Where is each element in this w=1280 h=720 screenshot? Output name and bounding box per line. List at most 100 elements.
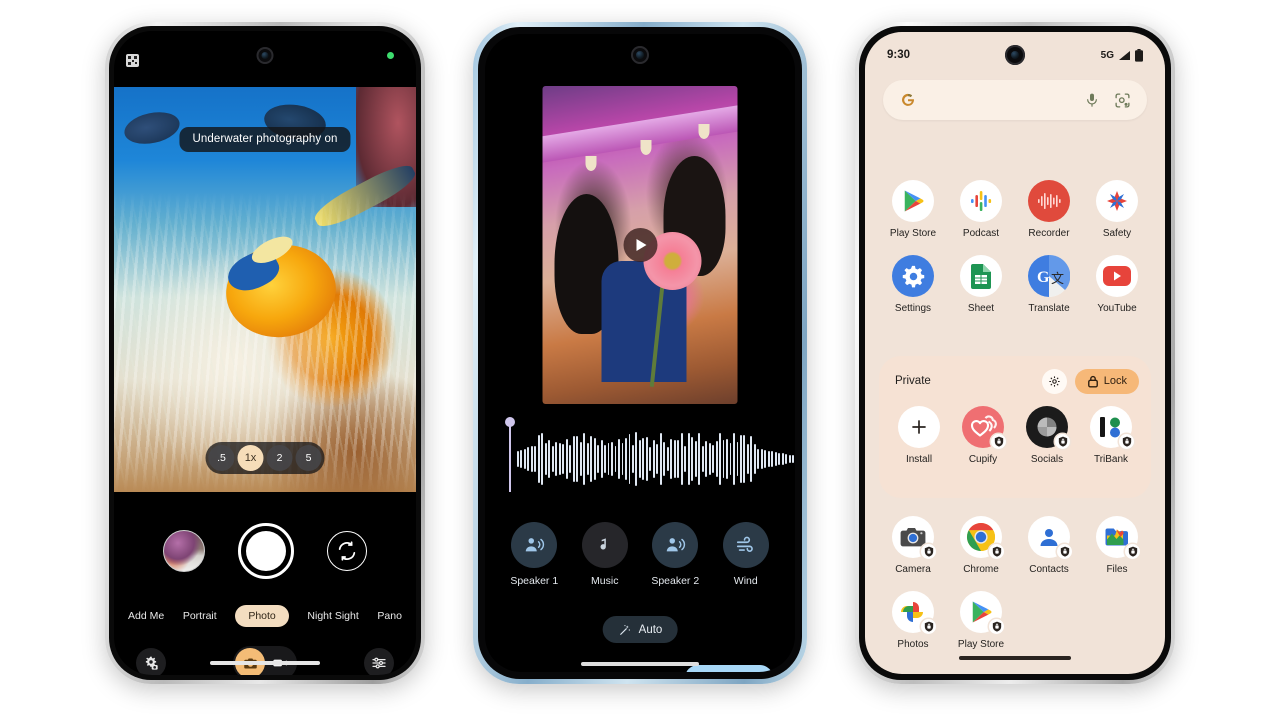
- waveform-bar: [562, 444, 565, 474]
- app-files[interactable]: Files: [1083, 516, 1151, 575]
- waveform-bar: [652, 439, 655, 479]
- camera-settings-icon[interactable]: [136, 648, 166, 675]
- gear-icon[interactable]: [1041, 368, 1067, 394]
- audio-timeline[interactable]: [505, 417, 795, 502]
- play-store-icon: [892, 180, 934, 222]
- waveform-bar: [520, 449, 523, 469]
- playhead-handle[interactable]: [505, 417, 515, 492]
- track-speaker-1[interactable]: Speaker 1: [500, 522, 568, 587]
- decor-bulb: [640, 140, 651, 156]
- underwater-toast: Underwater photography on: [179, 127, 351, 152]
- auto-chip[interactable]: Auto: [602, 616, 678, 643]
- tune-sliders-icon[interactable]: [364, 648, 394, 675]
- video-preview[interactable]: [542, 86, 738, 404]
- gallery-thumbnail[interactable]: [162, 529, 205, 572]
- waveform-bar: [705, 440, 708, 478]
- waveform-bar: [726, 438, 728, 480]
- waveform-bar: [666, 447, 669, 471]
- gesture-nav-bar[interactable]: [959, 656, 1071, 660]
- google-sheets-icon: [960, 255, 1002, 297]
- app-label: Safety: [1102, 228, 1132, 239]
- waveform-bar: [638, 439, 641, 479]
- settings-gear-icon: [892, 255, 934, 297]
- waveform-bar: [607, 442, 610, 476]
- mode-photo[interactable]: Photo: [235, 605, 289, 627]
- app-sheet[interactable]: Sheet: [947, 255, 1015, 314]
- app-photos[interactable]: Photos: [879, 591, 947, 650]
- app-camera[interactable]: Camera: [879, 516, 947, 575]
- lock-button[interactable]: Lock: [1074, 368, 1139, 394]
- front-camera-cutout: [631, 46, 649, 64]
- app-label: Recorder: [1028, 228, 1070, 239]
- waveform-bar: [604, 445, 606, 473]
- app-recorder[interactable]: Recorder: [1015, 180, 1083, 239]
- app-cupify[interactable]: Cupify: [951, 406, 1015, 465]
- home-screen-phone: 9:30 5G Play Store Podcast Recorder Safe…: [855, 22, 1175, 684]
- app-label: Files: [1106, 564, 1128, 575]
- app-socials[interactable]: Socials: [1015, 406, 1079, 465]
- gesture-nav-bar[interactable]: [210, 661, 320, 665]
- front-camera-cutout: [256, 47, 274, 64]
- flip-camera-button[interactable]: [327, 530, 368, 571]
- app-tribank[interactable]: TriBank: [1079, 406, 1143, 465]
- waveform-bar: [663, 441, 666, 477]
- camera-mode-selector[interactable]: Add Me Portrait Photo Night Sight Pano: [114, 603, 416, 629]
- app-label: Cupify: [968, 454, 998, 465]
- app-install[interactable]: Install: [887, 406, 951, 465]
- mode-portrait[interactable]: Portrait: [183, 610, 217, 622]
- waveform-bar: [691, 437, 694, 481]
- private-shield-badge: [991, 434, 1006, 449]
- camera-viewfinder[interactable]: Underwater photography on .5 1x 2 5: [114, 87, 416, 492]
- speaker-person-icon: [511, 522, 558, 568]
- private-space-card: Private Lock Install Cupify Socials TriB…: [879, 356, 1151, 498]
- waveform-bar: [677, 440, 680, 478]
- waveform[interactable]: [517, 426, 795, 492]
- mode-add-me[interactable]: Add Me: [128, 610, 164, 622]
- app-contacts[interactable]: Contacts: [1015, 516, 1083, 575]
- track-music[interactable]: Music: [571, 522, 639, 587]
- google-search-bar[interactable]: [883, 80, 1147, 120]
- private-shield-badge: [921, 544, 936, 559]
- app-chrome[interactable]: Chrome: [947, 516, 1015, 575]
- zoom-option-0[interactable]: .5: [208, 445, 235, 471]
- waveform-bar: [649, 446, 652, 472]
- waveform-bar: [687, 433, 690, 485]
- waveform-bar: [729, 442, 732, 476]
- app-play-store-private[interactable]: Play Store: [947, 591, 1015, 650]
- app-podcast[interactable]: Podcast: [947, 180, 1015, 239]
- shutter-button[interactable]: [237, 522, 294, 579]
- personal-safety-icon: [1096, 180, 1138, 222]
- app-safety[interactable]: Safety: [1083, 180, 1151, 239]
- waveform-bar: [565, 438, 568, 480]
- app-youtube[interactable]: YouTube: [1083, 255, 1151, 314]
- zoom-option-3[interactable]: 5: [295, 445, 322, 471]
- waveform-bar: [544, 442, 547, 476]
- app-play-store[interactable]: Play Store: [879, 180, 947, 239]
- waveform-bar: [548, 439, 551, 479]
- app-settings[interactable]: Settings: [879, 255, 947, 314]
- microphone-icon[interactable]: [1084, 92, 1100, 108]
- google-lens-icon[interactable]: [1114, 92, 1131, 109]
- track-speaker-2[interactable]: Speaker 2: [641, 522, 709, 587]
- youtube-icon: [1096, 255, 1138, 297]
- app-grid-top: Play Store Podcast Recorder Safety Setti…: [879, 180, 1151, 314]
- waveform-bar: [764, 450, 767, 468]
- zoom-option-1[interactable]: 1x: [237, 445, 264, 471]
- mode-pano[interactable]: Pano: [377, 610, 402, 622]
- app-translate[interactable]: G 文 Translate: [1015, 255, 1083, 314]
- tribank-icon: [1090, 406, 1134, 449]
- zoom-option-2[interactable]: 2: [266, 445, 293, 471]
- zoom-level-bar[interactable]: .5 1x 2 5: [205, 442, 325, 474]
- waveform-bar: [746, 443, 749, 475]
- play-icon[interactable]: [623, 228, 657, 262]
- mode-night-sight[interactable]: Night Sight: [307, 610, 358, 622]
- save-copy-button[interactable]: Save copy: [685, 665, 773, 672]
- app-label: Socials: [1030, 454, 1064, 465]
- gesture-nav-bar[interactable]: [581, 662, 699, 666]
- track-wind[interactable]: Wind: [712, 522, 780, 587]
- google-g-icon: [902, 93, 914, 106]
- network-type: 5G: [1100, 49, 1114, 61]
- private-shield-badge: [989, 544, 1004, 559]
- qr-scan-icon[interactable]: [126, 54, 139, 67]
- waveform-bar: [618, 438, 620, 480]
